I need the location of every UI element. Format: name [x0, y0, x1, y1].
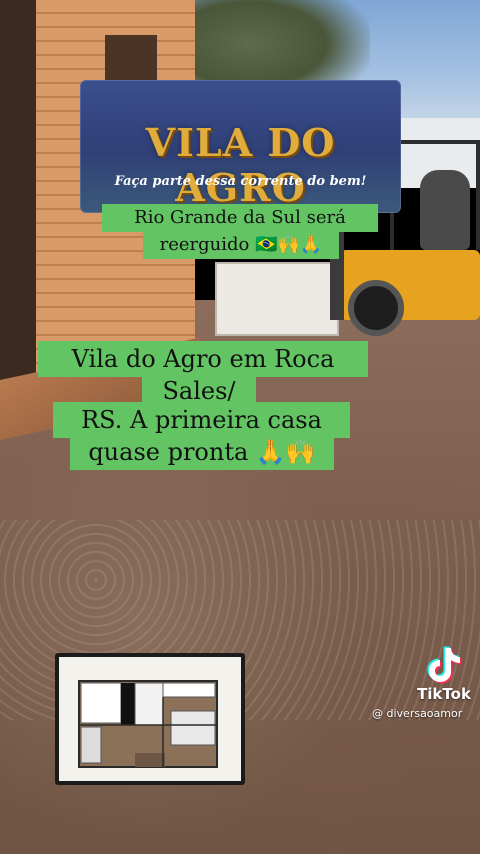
tiktok-handle: @ diversaoamor: [372, 707, 463, 720]
caption-text: quase pronta 🙏🙌: [88, 438, 316, 466]
caption-text: Rio Grande da Sul será: [134, 207, 346, 228]
floor-plan-drawing: [78, 680, 218, 768]
floor-plan: [59, 657, 241, 781]
video-frame: VILA DO AGRO Faça parte dessa corrente d…: [0, 0, 480, 854]
caption-box: Vila do Agro em Roca: [38, 341, 368, 377]
caption-text: Sales/: [162, 377, 236, 405]
title-card: VILA DO AGRO Faça parte dessa corrente d…: [80, 80, 401, 213]
caption-box: reerguido 🇧🇷🙌🙏: [143, 231, 339, 259]
caption-text: RS. A primeira casa: [81, 406, 322, 434]
caption-box: Rio Grande da Sul será: [102, 204, 378, 232]
caption-text: Vila do Agro em Roca: [71, 345, 335, 373]
wall-panel-load: [215, 262, 339, 336]
caption-box: RS. A primeira casa: [53, 402, 350, 438]
forklift-wheel: [348, 280, 404, 336]
caption-box: quase pronta 🙏🙌: [70, 434, 334, 470]
caption-text: reerguido 🇧🇷🙌🙏: [159, 234, 323, 255]
house-shadow: [0, 0, 36, 420]
forklift-driver: [420, 170, 470, 250]
brand-tagline: Faça parte dessa corrente do bem!: [114, 174, 367, 189]
tiktok-icon: [427, 646, 461, 684]
tiktok-wordmark: TikTok: [417, 685, 471, 703]
brand-title: VILA DO AGRO: [145, 120, 336, 210]
